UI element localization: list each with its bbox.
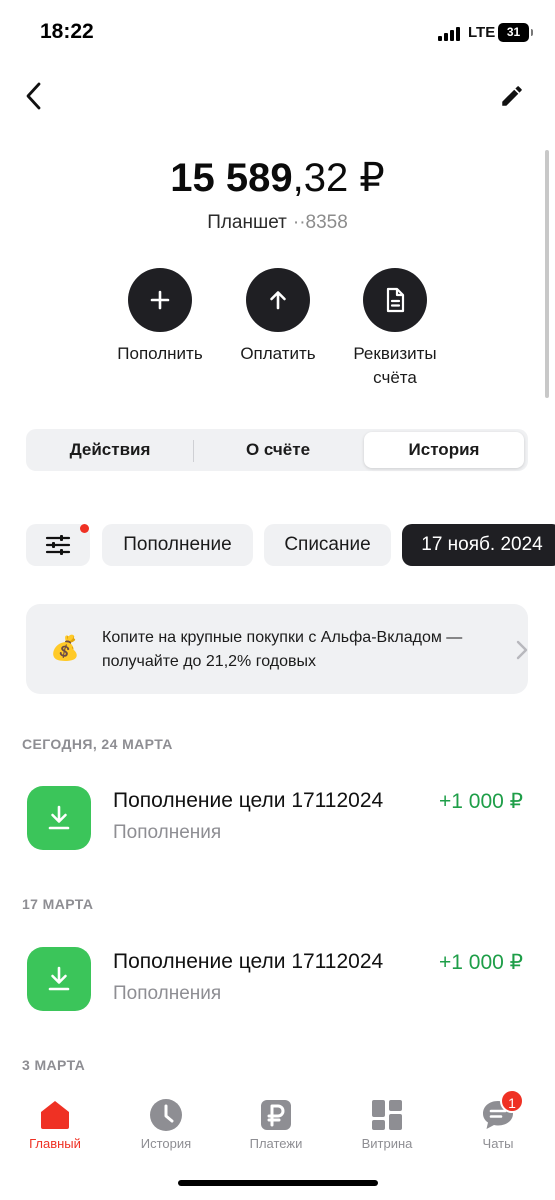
date-header: 3 МАРТА [22,1057,86,1073]
date-header: СЕГОДНЯ, 24 МАРТА [22,736,173,752]
operation-category: Пополнения [113,822,222,843]
requisites-action-button[interactable]: Реквизиты счёта [325,268,465,390]
network-type: LTE [468,24,496,41]
tab-actions[interactable]: Действия [28,432,192,468]
money-bag-icon: 💰 [50,635,80,662]
download-icon [27,786,91,850]
chevron-left-icon [26,82,41,110]
operation-amount: +1 000 ₽ [438,951,523,974]
tabbar-item-chats[interactable]: 1 Чаты [448,1089,548,1151]
battery-icon: 31 [498,23,533,42]
operation-amount: +1 000 ₽ [438,790,523,813]
signal-icon [438,27,464,41]
tabbar-label: Платежи [249,1136,303,1151]
arrow-up-icon [246,268,310,332]
account-name: Планшет [207,212,287,233]
download-icon [27,947,91,1011]
tabbar-item-home[interactable]: Главный [5,1097,105,1151]
account-tabs: Действия О счёте История [26,429,528,471]
home-icon [37,1097,73,1133]
home-indicator[interactable] [178,1180,378,1186]
filter-active-dot [80,524,89,533]
document-icon [363,268,427,332]
operation-row[interactable]: Пополнение цели 17112024 Пополнения +1 0… [0,947,555,1017]
tabbar-label: История [140,1136,192,1151]
account-name-line: Планшет ··8358 [0,212,555,234]
filter-chip-topup[interactable]: Пополнение [102,524,253,566]
balance-fraction: ,32 ₽ [292,156,385,200]
status-bar: 18:22 LTE 31 [0,0,555,66]
chat-icon: 1 [480,1089,524,1133]
operation-row[interactable]: Пополнение цели 17112024 Пополнения +1 0… [0,786,555,856]
ruble-icon [258,1097,294,1133]
tabbar-label: Витрина [361,1136,413,1151]
tab-history[interactable]: История [364,432,524,468]
chat-badge: 1 [500,1089,524,1113]
account-number: ··8358 [292,212,348,233]
pencil-icon [502,86,522,106]
sliders-icon [45,535,71,555]
plus-icon [128,268,192,332]
operation-title: Пополнение цели 17112024 [113,950,384,973]
account-balance: 15 589,32 ₽ [0,155,555,201]
tab-about-account[interactable]: О счёте [194,432,362,468]
promo-banner[interactable]: 💰 Копите на крупные покупки с Альфа-Вкла… [26,604,528,694]
operation-title: Пополнение цели 17112024 [113,789,384,812]
balance-integer: 15 589 [170,156,293,200]
tabbar-label: Чаты [482,1136,514,1151]
back-button[interactable] [14,76,54,116]
date-header: 17 МАРТА [22,896,94,912]
tabbar-item-history[interactable]: История [116,1097,216,1151]
tabbar-item-showcase[interactable]: Витрина [337,1097,437,1151]
requisites-label: Реквизиты счёта [353,344,437,387]
status-time: 18:22 [40,20,94,43]
tabbar-item-payments[interactable]: Платежи [226,1097,326,1151]
chevron-right-icon [516,640,528,660]
edit-button[interactable] [492,76,532,116]
filter-settings-button[interactable] [26,524,90,566]
promo-text: Копите на крупные покупки с Альфа-Вкладо… [102,629,463,670]
clock-icon [148,1097,184,1133]
operation-category: Пополнения [113,983,222,1004]
filter-chip-date[interactable]: 17 нояб. 2024 [402,524,555,566]
tabbar-label: Главный [29,1136,81,1151]
filter-chip-debit[interactable]: Списание [264,524,391,566]
grid-icon [369,1097,405,1133]
